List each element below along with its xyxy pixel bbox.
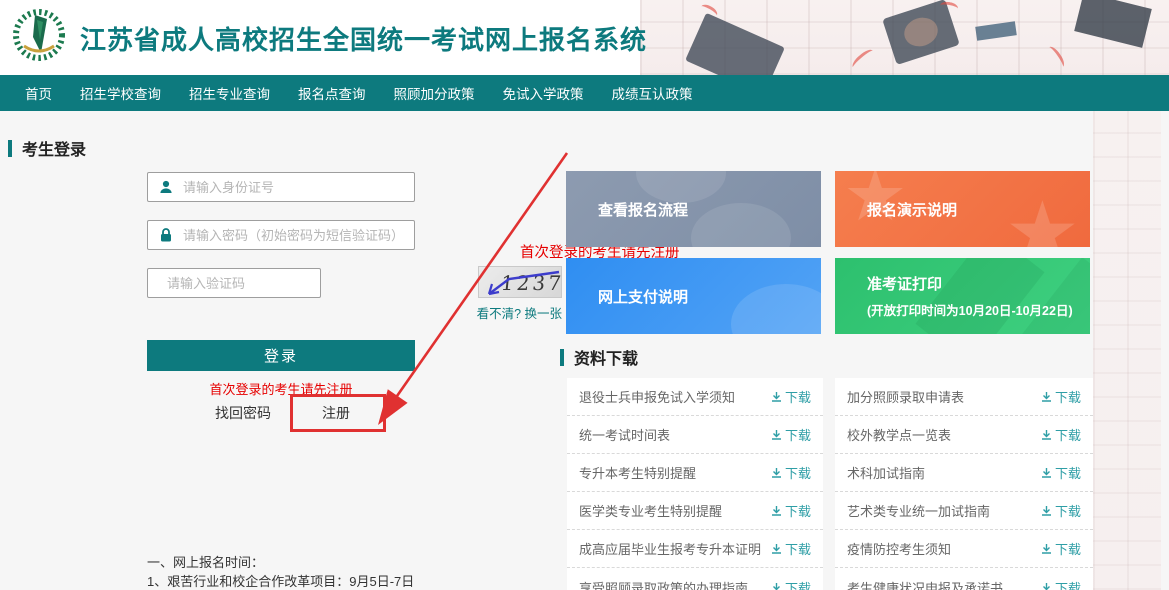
- graduation-photo-background: [640, 0, 1169, 75]
- download-list-right: 加分照顾录取申请表 下载 校外教学点一览表 下载 术科加试指南 下载 艺术类专业…: [835, 378, 1093, 590]
- download-file-name: 专升本考生特别提醒: [579, 463, 696, 482]
- captcha-input[interactable]: [167, 276, 343, 291]
- download-icon: [1041, 505, 1052, 516]
- download-link[interactable]: 下载: [771, 578, 811, 590]
- download-row: 艺术类专业统一加试指南 下载: [835, 492, 1093, 530]
- download-icon: [771, 467, 782, 478]
- id-number-field-wrap: [147, 172, 415, 202]
- download-link[interactable]: 下载: [1041, 463, 1081, 482]
- download-row: 考生健康状况申报及承诺书 下载: [835, 568, 1093, 590]
- download-file-name: 加分照顾录取申请表: [847, 387, 964, 406]
- download-row: 统一考试时间表 下载: [567, 416, 823, 454]
- card-online-payment-info[interactable]: 网上支付说明: [566, 258, 821, 334]
- download-link[interactable]: 下载: [1041, 425, 1081, 444]
- download-icon: [1041, 582, 1052, 590]
- download-file-name: 艺术类专业统一加试指南: [847, 501, 990, 520]
- download-icon: [771, 543, 782, 554]
- print-window-note: (开放打印时间为10月20日-10月22日): [867, 300, 1090, 319]
- download-file-name: 术科加试指南: [847, 463, 925, 482]
- download-row: 专升本考生特别提醒 下载: [567, 454, 823, 492]
- download-row: 术科加试指南 下载: [835, 454, 1093, 492]
- download-link[interactable]: 下载: [1041, 501, 1081, 520]
- download-link[interactable]: 下载: [771, 463, 811, 482]
- download-icon: [1041, 429, 1052, 440]
- captcha-noise-stroke: [479, 267, 562, 298]
- download-row: 退役士兵申报免试入学须知 下载: [567, 378, 823, 416]
- graduation-cap-image: [685, 13, 785, 75]
- download-link[interactable]: 下载: [771, 387, 811, 406]
- nav-item-score-recognition[interactable]: 成绩互认政策: [612, 83, 693, 103]
- captcha-refresh-link[interactable]: 看不清? 换一张: [469, 303, 562, 322]
- nav-item-school-query[interactable]: 招生学校查询: [80, 83, 161, 103]
- download-link[interactable]: 下载: [771, 425, 811, 444]
- download-icon: [1041, 543, 1052, 554]
- schedule-line: 1、艰苦行业和校企合作改革项目：9月5日-7日: [147, 572, 414, 590]
- card-registration-demo[interactable]: ★ ★ 报名演示说明: [835, 171, 1090, 247]
- section-accent-bar: [560, 349, 564, 366]
- card-admission-ticket-print[interactable]: 准考证打印 (开放打印时间为10月20日-10月22日): [835, 258, 1090, 334]
- download-row: 成高应届毕业生报考专升本证明 下载: [567, 530, 823, 568]
- download-row: 校外教学点一览表 下载: [835, 416, 1093, 454]
- password-input[interactable]: [183, 228, 414, 243]
- download-link[interactable]: 下载: [1041, 539, 1081, 558]
- red-tassel: [850, 47, 876, 71]
- nav-item-major-query[interactable]: 招生专业查询: [189, 83, 270, 103]
- download-icon: [771, 582, 782, 590]
- download-icon: [771, 429, 782, 440]
- forgot-password-link[interactable]: 找回密码: [215, 403, 271, 423]
- download-file-name: 成高应届毕业生报考专升本证明: [579, 539, 761, 558]
- login-button[interactable]: 登录: [147, 340, 415, 371]
- schedule-line: 一、网上报名时间：: [147, 553, 414, 572]
- download-file-name: 校外教学点一览表: [847, 425, 951, 444]
- nav-item-bonus-policy[interactable]: 照顾加分政策: [394, 83, 475, 103]
- nav-item-site-query[interactable]: 报名点查询: [298, 83, 366, 103]
- download-file-name: 考生健康状况申报及承诺书: [847, 578, 1003, 590]
- main-navigation: 首页 招生学校查询 招生专业查询 报名点查询 照顾加分政策 免试入学政策 成绩互…: [0, 75, 1169, 111]
- download-icon: [771, 505, 782, 516]
- registration-schedule: 一、网上报名时间： 1、艰苦行业和校企合作改革项目：9月5日-7日 2、其他考生…: [147, 553, 414, 590]
- register-hint-text: 首次登录的考生请先注册: [147, 379, 415, 398]
- lock-icon: [158, 227, 174, 243]
- download-icon: [1041, 467, 1052, 478]
- download-file-name: 统一考试时间表: [579, 425, 670, 444]
- download-file-name: 医学类专业考生特别提醒: [579, 501, 722, 520]
- download-row: 医学类专业考生特别提醒 下载: [567, 492, 823, 530]
- download-link[interactable]: 下载: [771, 539, 811, 558]
- card-view-registration-process[interactable]: 查看报名流程: [566, 171, 821, 247]
- nav-item-home[interactable]: 首页: [25, 83, 52, 103]
- download-row: 加分照顾录取申请表 下载: [835, 378, 1093, 416]
- download-file-name: 退役士兵申报免试入学须知: [579, 387, 735, 406]
- download-icon: [771, 391, 782, 402]
- register-link[interactable]: 注册: [322, 403, 350, 423]
- section-accent-bar: [8, 140, 12, 157]
- login-form: 1237 看不清? 换一张 登录 首次登录的考生请先注册 找回密码 注册: [147, 111, 415, 590]
- id-number-input[interactable]: [183, 180, 414, 195]
- download-row: 疫情防控考生须知 下载: [835, 530, 1093, 568]
- download-link[interactable]: 下载: [771, 501, 811, 520]
- download-row: 享受照顾录取政策的办理指南 下载: [567, 568, 823, 590]
- red-tassel: [1045, 44, 1067, 69]
- site-title: 江苏省成人高校招生全国统一考试网上报名系统: [80, 20, 647, 57]
- download-list-left: 退役士兵申报免试入学须知 下载 统一考试时间表 下载 专升本考生特别提醒 下载 …: [567, 378, 823, 590]
- download-link[interactable]: 下载: [1041, 387, 1081, 406]
- graduation-cap-image: [975, 21, 1017, 40]
- login-section-title: 考生登录: [8, 136, 86, 160]
- download-file-name: 疫情防控考生须知: [847, 539, 951, 558]
- page-content: 考生登录 1237: [0, 111, 1169, 590]
- page-header: 江苏省成人高校招生全国统一考试网上报名系统: [0, 0, 1169, 75]
- password-field-wrap: [147, 220, 415, 250]
- download-icon: [1041, 391, 1052, 402]
- downloads-section-title: 资料下载: [560, 345, 638, 369]
- person-icon: [158, 179, 174, 195]
- site-logo: [10, 6, 68, 68]
- nav-item-exemption-policy[interactable]: 免试入学政策: [503, 83, 584, 103]
- captcha-image[interactable]: 1237: [478, 266, 562, 298]
- graduation-cap-image: [1074, 0, 1152, 48]
- building-photo-background: [1093, 111, 1161, 590]
- download-link[interactable]: 下载: [1041, 578, 1081, 590]
- captcha-field-wrap: [147, 268, 321, 298]
- download-file-name: 享受照顾录取政策的办理指南: [579, 578, 748, 590]
